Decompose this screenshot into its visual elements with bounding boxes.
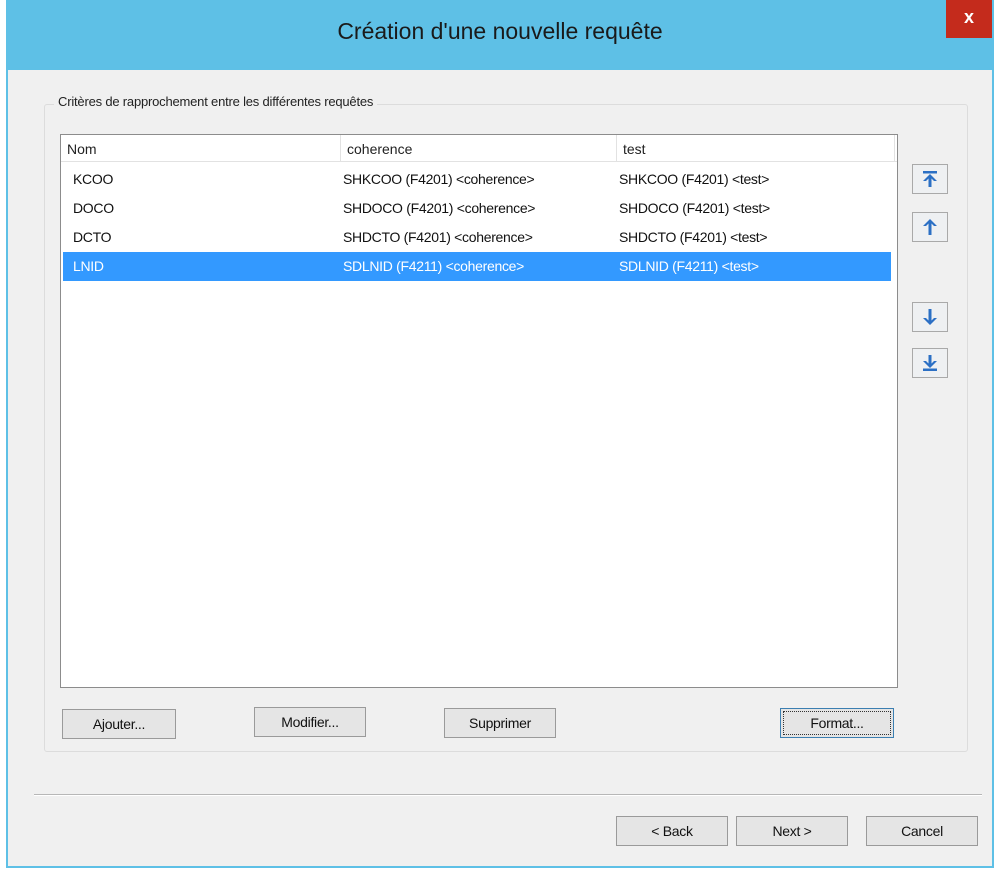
next-button[interactable]: Next > <box>736 816 848 846</box>
column-header-test[interactable]: test <box>617 135 895 161</box>
list-row[interactable]: DCTO SHDCTO (F4201) <coherence> SHDCTO (… <box>63 223 891 252</box>
row-name-cell: KCOO <box>73 171 114 187</box>
back-button[interactable]: < Back <box>616 816 728 846</box>
add-button[interactable]: Ajouter... <box>62 709 176 739</box>
footer-separator <box>34 794 982 796</box>
move-up-button[interactable] <box>912 212 948 242</box>
move-down-button[interactable] <box>912 302 948 332</box>
column-header-coherence[interactable]: coherence <box>341 135 617 161</box>
modify-button[interactable]: Modifier... <box>254 707 366 737</box>
arrow-up-icon <box>923 219 937 235</box>
row-coherence-cell: SHDCTO (F4201) <coherence> <box>343 229 533 245</box>
row-coherence-cell: SHKCOO (F4201) <coherence> <box>343 171 535 187</box>
format-button[interactable]: Format... <box>780 708 894 738</box>
column-header-nom[interactable]: Nom <box>61 135 341 161</box>
row-name-cell: DOCO <box>73 200 114 216</box>
row-coherence-cell: SDLNID (F4211) <coherence> <box>343 258 525 274</box>
arrow-bottom-icon <box>923 355 937 371</box>
row-test-cell: SHKCOO (F4201) <test> <box>619 171 770 187</box>
list-row[interactable]: DOCO SHDOCO (F4201) <coherence> SHDOCO (… <box>63 194 891 223</box>
move-to-top-button[interactable] <box>912 164 948 194</box>
list-header: Nom coherence test <box>61 135 897 162</box>
move-to-bottom-button[interactable] <box>912 348 948 378</box>
close-button[interactable]: x <box>946 0 992 38</box>
row-name-cell: LNID <box>73 258 104 274</box>
criteria-list[interactable]: Nom coherence test KCOO SHKCOO (F4201) <… <box>60 134 898 688</box>
arrow-down-icon <box>923 309 937 325</box>
arrow-top-icon <box>923 171 937 187</box>
row-test-cell: SHDCTO (F4201) <test> <box>619 229 768 245</box>
list-row[interactable]: KCOO SHKCOO (F4201) <coherence> SHKCOO (… <box>63 165 891 194</box>
row-name-cell: DCTO <box>73 229 112 245</box>
window-title: Création d'une nouvelle requête <box>337 18 663 44</box>
criteria-group-label: Critères de rapprochement entre les diff… <box>54 94 378 109</box>
title-bar[interactable]: Création d'une nouvelle requête x <box>8 0 992 70</box>
row-coherence-cell: SHDOCO (F4201) <coherence> <box>343 200 536 216</box>
list-row-selected[interactable]: LNID SDLNID (F4211) <coherence> SDLNID (… <box>63 252 891 281</box>
row-test-cell: SDLNID (F4211) <test> <box>619 258 759 274</box>
row-test-cell: SHDOCO (F4201) <test> <box>619 200 770 216</box>
cancel-button[interactable]: Cancel <box>866 816 978 846</box>
delete-button[interactable]: Supprimer <box>444 708 556 738</box>
